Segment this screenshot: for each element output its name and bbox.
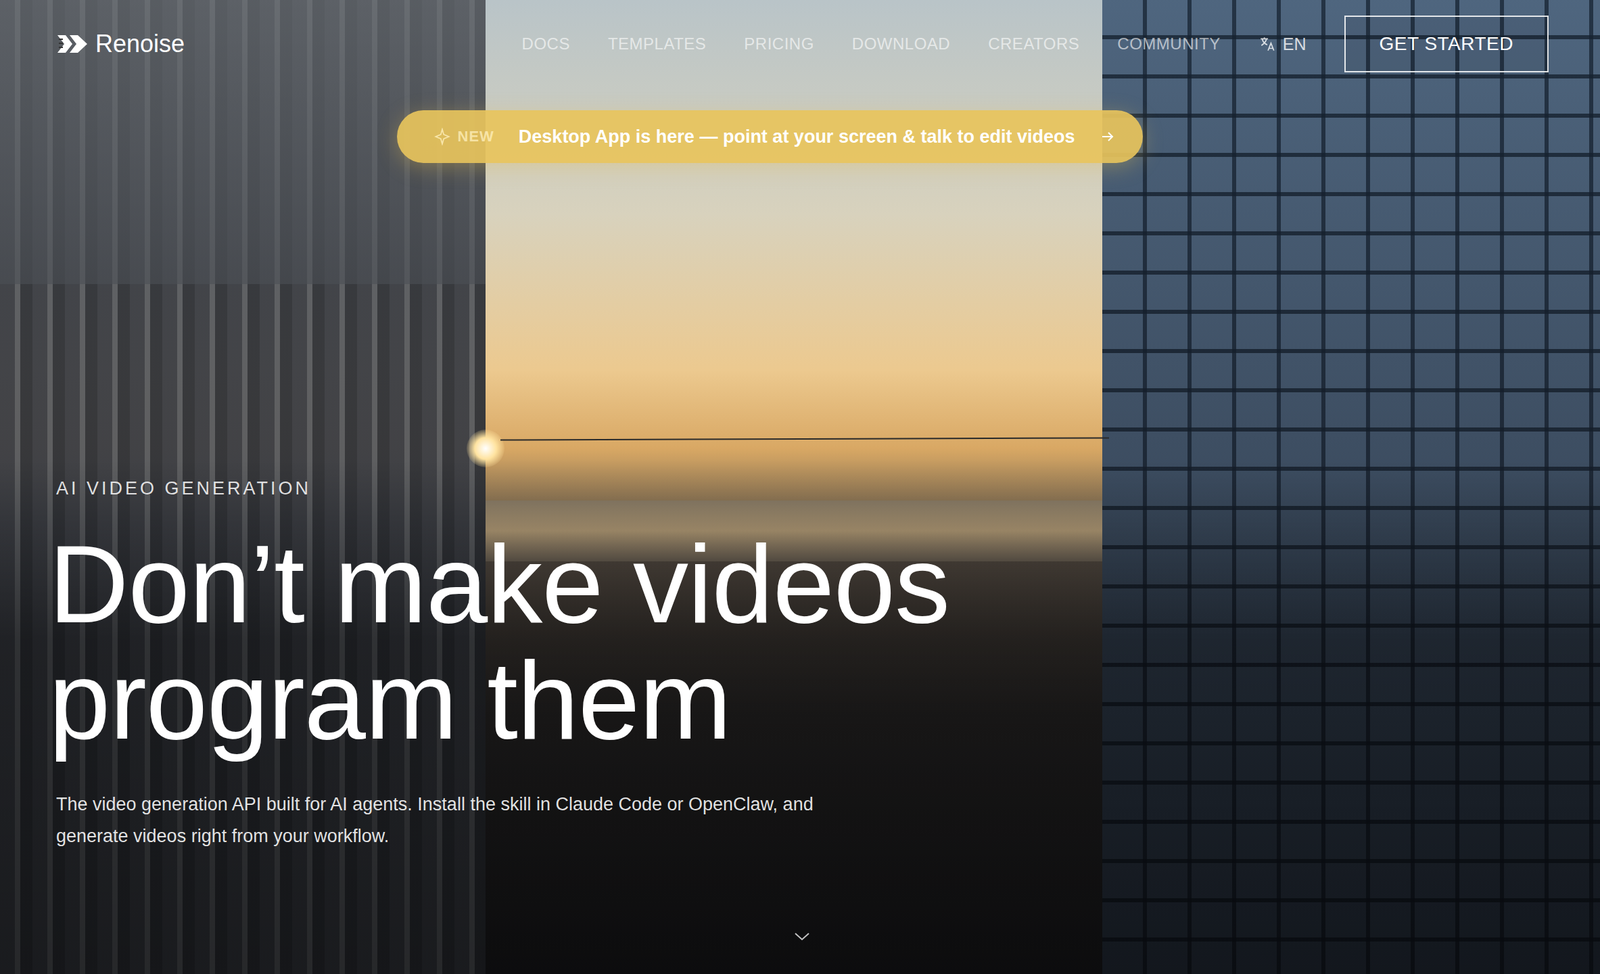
sparkle-icon	[433, 127, 452, 146]
new-badge: NEW	[433, 127, 495, 146]
get-started-button[interactable]: GET STARTED	[1344, 15, 1549, 73]
chevron-down-icon[interactable]	[791, 929, 813, 943]
headline-line: program them	[48, 642, 1600, 759]
logo-text: Renoise	[95, 29, 185, 59]
nav-link[interactable]: DOWNLOAD	[852, 34, 951, 54]
language-switch[interactable]: EN	[1258, 34, 1307, 55]
headline-line: Don’t make videos	[48, 526, 1600, 643]
hero: AI VIDEO GENERATION Don’t make videosprog…	[0, 478, 1600, 974]
logo[interactable]: Renoise	[56, 29, 185, 59]
arrow-right-icon	[1099, 128, 1116, 145]
nav-link[interactable]: TEMPLATES	[607, 34, 707, 54]
nav-link[interactable]: DOCS	[522, 34, 571, 54]
hero-headline: Don’t make videosprogram them	[48, 526, 1600, 759]
translate-icon	[1258, 35, 1277, 53]
top-nav: Renoise DOCS TEMPLATES PRICING DOWNLOAD CREAT…	[0, 0, 1600, 73]
nav-links: DOCS TEMPLATES PRICING DOWNLOAD CREATORS COMM…	[522, 34, 1221, 54]
nav-link[interactable]: COMMUNITY	[1117, 34, 1220, 54]
announcement-row: NEW Desktop App is here — point at your s…	[0, 110, 1600, 163]
language-label: EN	[1282, 34, 1307, 55]
announcement-text: Desktop App is here — point at your scre…	[518, 126, 1076, 148]
nav-link[interactable]: PRICING	[743, 34, 815, 54]
landing-page: Renoise DOCS TEMPLATES PRICING DOWNLOAD CREAT…	[0, 0, 1600, 974]
announcement-banner[interactable]: NEW Desktop App is here — point at your s…	[396, 110, 1143, 163]
hero-eyebrow: AI VIDEO GENERATION	[56, 478, 1600, 500]
badge-label: NEW	[457, 127, 495, 146]
hero-description: The video generation API built for AI ag…	[56, 788, 814, 853]
nav-link[interactable]: CREATORS	[987, 34, 1080, 54]
logo-icon	[56, 33, 89, 55]
